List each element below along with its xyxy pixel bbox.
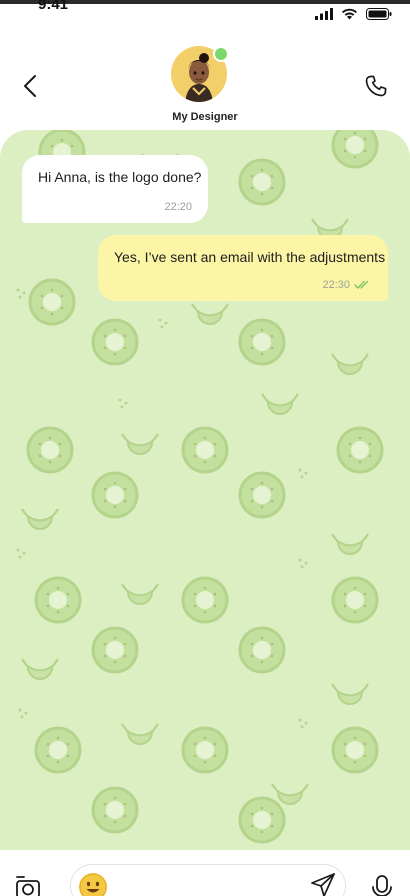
back-arrow-icon <box>24 75 36 97</box>
signal-icon <box>315 8 333 20</box>
back-button[interactable] <box>16 72 44 100</box>
double-check-icon <box>354 280 369 289</box>
phone-icon <box>365 75 387 97</box>
microphone-button[interactable] <box>368 874 396 896</box>
contact-avatar[interactable] <box>171 46 229 102</box>
battery-icon <box>366 8 392 20</box>
emoji-icon <box>79 873 107 896</box>
chat-header: My Designer <box>0 28 410 130</box>
message-text: Hi Anna, is the logo done? <box>38 169 202 185</box>
status-bar: 9:41 <box>0 0 410 28</box>
outgoing-message-bubble[interactable]: Yes, I’ve sent an email with the adjustm… <box>98 235 388 301</box>
message-time: 22:20 <box>164 201 192 213</box>
microphone-icon <box>372 875 392 896</box>
status-time: 9:41 <box>38 0 69 13</box>
emoji-button[interactable] <box>79 873 107 896</box>
message-input-bar <box>0 850 410 896</box>
message-input[interactable] <box>115 873 295 896</box>
incoming-message-bubble[interactable]: Hi Anna, is the logo done? 22:20 <box>22 155 208 223</box>
message-time-label: 22:30 <box>322 279 350 291</box>
wifi-icon <box>342 8 357 20</box>
camera-icon <box>16 876 40 896</box>
message-input-container <box>70 864 346 896</box>
chat-area[interactable]: Hi Anna, is the logo done? 22:20 Yes, I’… <box>0 130 410 850</box>
send-button[interactable] <box>309 871 337 896</box>
message-text: Yes, I’ve sent an email with the adjustm… <box>114 249 386 265</box>
contact-name: My Designer <box>172 111 238 123</box>
send-icon <box>311 873 335 896</box>
online-status-dot <box>213 46 229 62</box>
camera-button[interactable] <box>14 874 42 896</box>
status-icons <box>315 8 392 20</box>
message-time: 22:30 <box>322 279 372 291</box>
message-time-label: 22:20 <box>164 201 192 213</box>
call-button[interactable] <box>362 72 390 100</box>
